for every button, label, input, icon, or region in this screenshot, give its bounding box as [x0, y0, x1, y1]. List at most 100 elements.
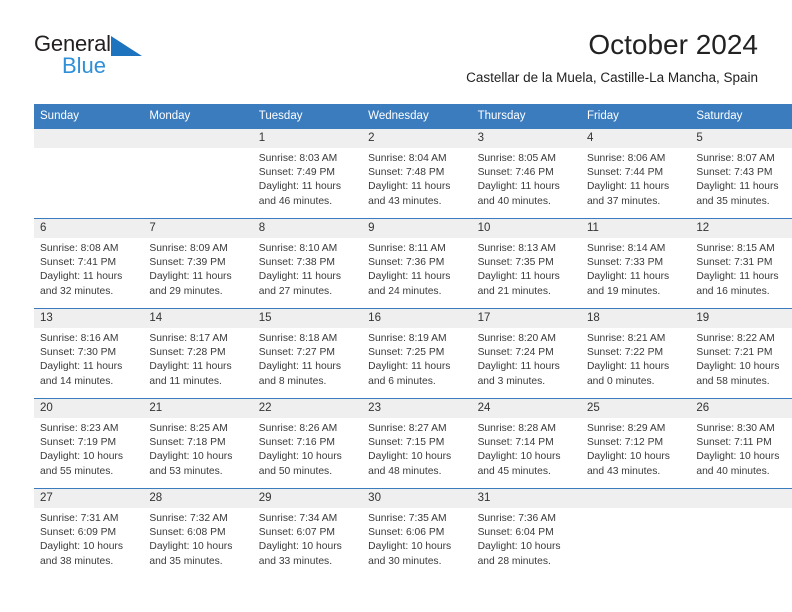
calendar-day-cell[interactable]: 14 Sunrise: 8:17 AM Sunset: 7:28 PM Dayligh… — [143, 308, 253, 399]
calendar-day-cell[interactable]: 13 Sunrise: 8:16 AM Sunset: 7:30 PM Dayligh… — [34, 308, 144, 399]
sunset-text: Sunset: 7:18 PM — [149, 437, 226, 449]
day-details: Sunrise: 8:30 AM Sunset: 7:11 PM Daylight:… — [690, 418, 792, 479]
sunset-text: Sunset: 7:41 PM — [40, 257, 117, 269]
calendar-day-cell[interactable]: 1 Sunrise: 8:03 AM Sunset: 7:49 PM Daylight… — [252, 128, 363, 219]
sunset-text: Sunset: 7:22 PM — [586, 347, 664, 359]
day-number — [580, 489, 691, 508]
calendar-day-cell[interactable]: 29 Sunrise: 7:34 AM Sunset: 6:07 PM Dayligh… — [252, 488, 363, 578]
day-number: 23 — [362, 399, 472, 418]
day-details: Sunrise: 7:36 AM Sunset: 6:04 PM Daylight:… — [472, 508, 581, 569]
sunrise-text: Sunrise: 8:18 AM — [258, 333, 338, 344]
calendar-day-cell[interactable]: 24 Sunrise: 8:28 AM Sunset: 7:14 PM Dayligh… — [471, 398, 581, 489]
sunrise-text: Sunrise: 8:23 AM — [40, 423, 119, 434]
sunrise-text: Sunrise: 8:09 AM — [149, 243, 228, 254]
sunset-text: Sunset: 7:16 PM — [258, 437, 335, 449]
calendar-day-cell[interactable]: 11 Sunrise: 8:14 AM Sunset: 7:33 PM Dayligh… — [580, 218, 691, 309]
sunset-text: Sunset: 6:06 PM — [368, 527, 445, 539]
sunset-text: Sunset: 7:30 PM — [40, 347, 117, 359]
daylight-text: Daylight: 11 hours and 6 minutes. — [368, 361, 451, 387]
sunset-text: Sunset: 7:11 PM — [696, 437, 772, 449]
calendar-day-cell[interactable]: 8 Sunrise: 8:10 AM Sunset: 7:38 PM Daylight… — [252, 218, 363, 309]
day-details: Sunrise: 8:10 AM Sunset: 7:38 PM Daylight:… — [253, 238, 362, 299]
day-number — [690, 489, 792, 508]
calendar-day-cell[interactable]: 19 Sunrise: 8:22 AM Sunset: 7:21 PM Dayligh… — [690, 308, 792, 399]
daylight-text: Daylight: 11 hours and 27 minutes. — [258, 271, 342, 297]
sunrise-text: Sunrise: 8:13 AM — [477, 243, 556, 254]
calendar-header-row: Sunday Monday Tuesday Wednesday Thursday… — [34, 104, 792, 129]
sunrise-text: Sunrise: 7:31 AM — [40, 513, 119, 524]
sunset-text: Sunset: 7:39 PM — [149, 257, 226, 269]
daylight-text: Daylight: 11 hours and 16 minutes. — [696, 271, 779, 297]
calendar-day-cell[interactable]: 20 Sunrise: 8:23 AM Sunset: 7:19 PM Dayligh… — [34, 398, 144, 489]
day-details: Sunrise: 7:34 AM Sunset: 6:07 PM Daylight:… — [253, 508, 362, 569]
daylight-text: Daylight: 10 hours and 28 minutes. — [477, 541, 561, 567]
calendar-day-cell[interactable]: 18 Sunrise: 8:21 AM Sunset: 7:22 PM Dayligh… — [580, 308, 691, 399]
day-details: Sunrise: 8:13 AM Sunset: 7:35 PM Daylight:… — [472, 238, 581, 299]
calendar-day-cell[interactable]: 23 Sunrise: 8:27 AM Sunset: 7:15 PM Dayligh… — [362, 398, 472, 489]
page-header: General Blue October 2024 Castellar de l… — [34, 28, 758, 98]
sunset-text: Sunset: 7:24 PM — [477, 347, 554, 359]
calendar-day-cell[interactable]: 3 Sunrise: 8:05 AM Sunset: 7:46 PM Daylight… — [471, 128, 581, 219]
day-details: Sunrise: 8:03 AM Sunset: 7:49 PM Daylight:… — [253, 148, 362, 209]
sunset-text: Sunset: 7:15 PM — [368, 437, 445, 449]
logo-triangle-icon — [111, 36, 142, 56]
calendar-day-cell[interactable]: 22 Sunrise: 8:26 AM Sunset: 7:16 PM Dayligh… — [252, 398, 363, 489]
calendar-day-cell[interactable]: 9 Sunrise: 8:11 AM Sunset: 7:36 PM Daylight… — [362, 218, 472, 309]
day-details: Sunrise: 7:31 AM Sunset: 6:09 PM Daylight:… — [34, 508, 143, 569]
calendar-day-cell[interactable]: 17 Sunrise: 8:20 AM Sunset: 7:24 PM Dayligh… — [471, 308, 581, 399]
calendar-day-cell[interactable]: 31 Sunrise: 7:36 AM Sunset: 6:04 PM Dayligh… — [471, 488, 581, 578]
sunrise-text: Sunrise: 8:25 AM — [149, 423, 228, 434]
calendar-week-row: 27 Sunrise: 7:31 AM Sunset: 6:09 PM Dayligh… — [34, 488, 792, 578]
sunset-text: Sunset: 6:09 PM — [40, 527, 117, 539]
calendar-day-cell-empty — [580, 488, 691, 578]
calendar-day-cell[interactable]: 25 Sunrise: 8:29 AM Sunset: 7:12 PM Dayligh… — [580, 398, 691, 489]
daylight-text: Daylight: 10 hours and 53 minutes. — [149, 451, 233, 477]
sunset-text: Sunset: 7:35 PM — [477, 257, 554, 269]
sunrise-text: Sunrise: 8:19 AM — [368, 333, 447, 344]
generalblue-logo[interactable]: General Blue — [34, 32, 214, 88]
sunrise-text: Sunrise: 8:14 AM — [586, 243, 666, 254]
calendar-day-cell[interactable]: 30 Sunrise: 7:35 AM Sunset: 6:06 PM Dayligh… — [362, 488, 472, 578]
sunset-text: Sunset: 7:49 PM — [258, 167, 335, 179]
sunrise-text: Sunrise: 8:06 AM — [586, 153, 666, 164]
calendar-day-cell[interactable]: 21 Sunrise: 8:25 AM Sunset: 7:18 PM Dayligh… — [143, 398, 253, 489]
day-details: Sunrise: 7:32 AM Sunset: 6:08 PM Daylight:… — [143, 508, 252, 569]
daylight-text: Daylight: 11 hours and 46 minutes. — [258, 181, 342, 207]
day-number: 30 — [362, 489, 472, 508]
day-number: 11 — [580, 219, 691, 238]
calendar-day-cell[interactable]: 2 Sunrise: 8:04 AM Sunset: 7:48 PM Daylight… — [362, 128, 472, 219]
calendar-day-cell[interactable]: 6 Sunrise: 8:08 AM Sunset: 7:41 PM Daylight… — [34, 218, 144, 309]
sunrise-text: Sunrise: 8:29 AM — [586, 423, 666, 434]
calendar-day-cell[interactable]: 28 Sunrise: 7:32 AM Sunset: 6:08 PM Dayligh… — [143, 488, 253, 578]
page-subtitle: Castellar de la Muela, Castille-La Manch… — [466, 70, 758, 85]
day-number: 18 — [580, 309, 691, 328]
calendar-day-cell[interactable]: 27 Sunrise: 7:31 AM Sunset: 6:09 PM Dayligh… — [34, 488, 144, 578]
daylight-text: Daylight: 10 hours and 35 minutes. — [149, 541, 233, 567]
calendar-day-cell[interactable]: 10 Sunrise: 8:13 AM Sunset: 7:35 PM Dayligh… — [471, 218, 581, 309]
calendar-day-cell[interactable]: 16 Sunrise: 8:19 AM Sunset: 7:25 PM Dayligh… — [362, 308, 472, 399]
sunset-text: Sunset: 6:07 PM — [258, 527, 335, 539]
daylight-text: Daylight: 11 hours and 43 minutes. — [368, 181, 451, 207]
sunset-text: Sunset: 7:25 PM — [368, 347, 445, 359]
sunrise-text: Sunrise: 8:07 AM — [696, 153, 775, 164]
sunrise-text: Sunrise: 8:11 AM — [368, 243, 446, 254]
daylight-text: Daylight: 11 hours and 32 minutes. — [40, 271, 123, 297]
day-details: Sunrise: 8:14 AM Sunset: 7:33 PM Daylight:… — [581, 238, 690, 299]
day-details: Sunrise: 8:22 AM Sunset: 7:21 PM Daylight:… — [690, 328, 792, 389]
daylight-text: Daylight: 10 hours and 40 minutes. — [696, 451, 780, 477]
day-number — [143, 129, 253, 148]
day-details: Sunrise: 8:19 AM Sunset: 7:25 PM Daylight:… — [362, 328, 471, 389]
day-details: Sunrise: 8:07 AM Sunset: 7:43 PM Daylight:… — [690, 148, 792, 209]
day-details: Sunrise: 8:11 AM Sunset: 7:36 PM Daylight:… — [362, 238, 471, 299]
calendar-day-cell[interactable]: 7 Sunrise: 8:09 AM Sunset: 7:39 PM Daylight… — [143, 218, 253, 309]
day-number: 3 — [471, 129, 581, 148]
calendar-day-cell[interactable]: 26 Sunrise: 8:30 AM Sunset: 7:11 PM Dayligh… — [690, 398, 792, 489]
day-number: 22 — [252, 399, 363, 418]
daylight-text: Daylight: 11 hours and 37 minutes. — [586, 181, 670, 207]
day-details: Sunrise: 8:18 AM Sunset: 7:27 PM Daylight:… — [253, 328, 362, 389]
calendar-day-cell[interactable]: 5 Sunrise: 8:07 AM Sunset: 7:43 PM Daylight… — [690, 128, 792, 219]
calendar-day-cell[interactable]: 12 Sunrise: 8:15 AM Sunset: 7:31 PM Dayligh… — [690, 218, 792, 309]
calendar-day-cell[interactable]: 15 Sunrise: 8:18 AM Sunset: 7:27 PM Dayligh… — [252, 308, 363, 399]
calendar-day-cell[interactable]: 4 Sunrise: 8:06 AM Sunset: 7:44 PM Daylight… — [580, 128, 691, 219]
sunset-text: Sunset: 7:46 PM — [477, 167, 554, 179]
